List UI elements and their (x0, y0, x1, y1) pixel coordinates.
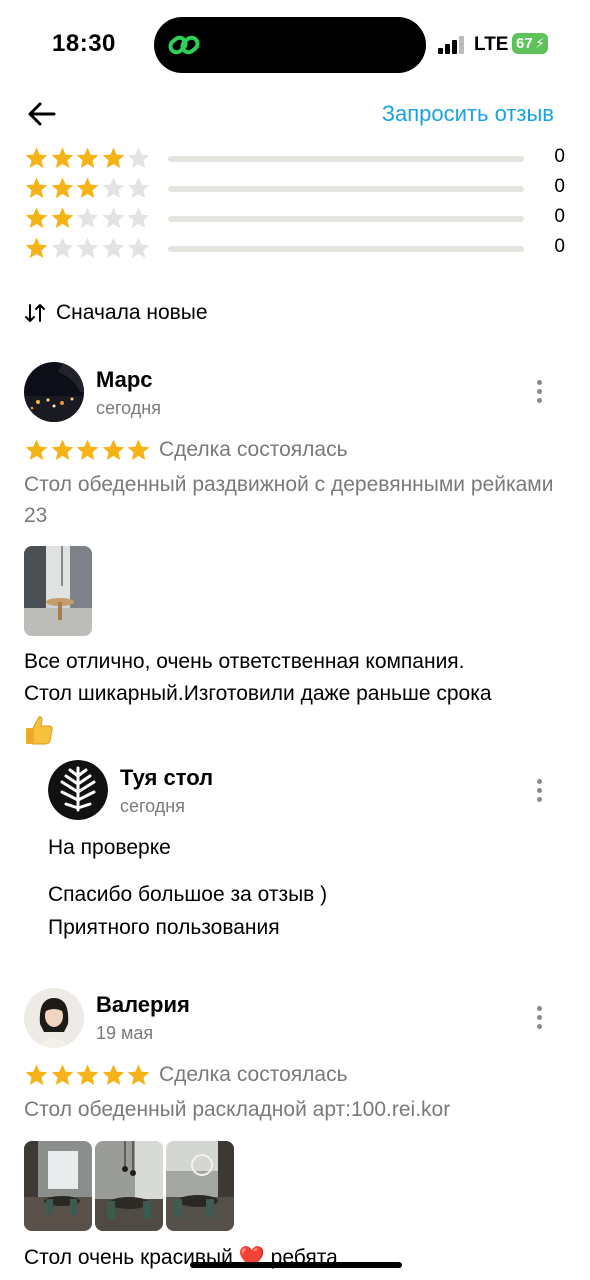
reply-text: Спасибо большое за отзыв ) (48, 883, 328, 906)
review-product[interactable]: Стол обеденный раскладной арт:100.rei.ko… (24, 1094, 564, 1125)
rating-stars (24, 146, 152, 172)
star-filled-icon (25, 439, 48, 460)
rating-bar (168, 246, 524, 252)
review-author: Марс (96, 367, 153, 392)
star-filled-icon (25, 1064, 48, 1085)
star-filled-icon (127, 1064, 150, 1085)
star-empty-icon (102, 237, 124, 258)
review-text: Стол шикарный.Изготовили даже раньше сро… (24, 682, 492, 705)
tree-logo-icon (48, 760, 108, 820)
review-photo[interactable] (95, 1141, 163, 1231)
review-text: Стол очень красивый ❤️ ребята (24, 1246, 338, 1269)
star-filled-icon (102, 147, 124, 168)
reply-author: Туя стол (120, 765, 214, 790)
battery-level: 67 (516, 35, 533, 52)
star-filled-icon (25, 147, 48, 168)
star-filled-icon (51, 439, 73, 460)
review-photo-image (95, 1141, 163, 1231)
star-filled-icon (76, 147, 99, 168)
star-filled-icon (127, 439, 150, 460)
rating-count: 0 (554, 206, 565, 227)
review-photo[interactable] (24, 1141, 92, 1231)
link-app-icon (168, 35, 200, 55)
deal-status: Сделка состоялась (159, 438, 348, 461)
star-filled-icon (102, 439, 124, 460)
dynamic-island (154, 17, 426, 73)
rating-count: 0 (554, 146, 565, 167)
review-photo-image (24, 546, 92, 636)
star-filled-icon (25, 237, 48, 258)
rating-stars (24, 176, 152, 202)
rating-row[interactable]: 0 (24, 236, 569, 262)
star-filled-icon (51, 207, 73, 228)
rating-bar (168, 186, 524, 192)
battery-icon: 67 ⚡ (512, 33, 548, 54)
more-options-icon[interactable] (534, 380, 544, 406)
network-label: LTE (474, 34, 509, 55)
rating-bar (168, 156, 524, 162)
review-product[interactable]: Стол обеденный раздвижной с деревянными … (24, 469, 564, 531)
star-empty-icon (127, 207, 150, 228)
review-date: сегодня (96, 398, 161, 418)
review-photo[interactable] (166, 1141, 234, 1231)
thumbs-up-icon (26, 716, 53, 745)
avatar-image (24, 362, 84, 422)
star-empty-icon (127, 237, 150, 258)
review-rating (24, 1063, 152, 1088)
star-filled-icon (51, 1064, 73, 1085)
review-photo[interactable] (24, 546, 92, 636)
reply-text: Приятного пользования (48, 916, 280, 939)
review-author: Валерия (96, 992, 190, 1017)
review-text: Все отлично, очень ответственная компани… (24, 650, 465, 673)
star-filled-icon (76, 439, 99, 460)
star-empty-icon (127, 177, 150, 198)
star-filled-icon (51, 147, 73, 168)
avatar[interactable] (24, 988, 84, 1048)
star-filled-icon (76, 177, 99, 198)
star-filled-icon (51, 177, 73, 198)
rating-row[interactable]: 0 (24, 176, 569, 202)
rating-bar (168, 216, 524, 222)
review-photo-image (24, 1141, 92, 1231)
rating-count: 0 (554, 176, 565, 197)
reply-status: На проверке (48, 836, 171, 859)
avatar[interactable] (24, 362, 84, 422)
deal-status: Сделка состоялась (159, 1063, 348, 1086)
star-empty-icon (51, 237, 73, 258)
more-options-icon[interactable] (534, 1006, 544, 1032)
status-time: 18:30 (52, 30, 116, 57)
review-date: 19 мая (96, 1023, 154, 1043)
star-empty-icon (76, 237, 99, 258)
star-filled-icon (25, 177, 48, 198)
review-rating (24, 438, 152, 463)
arrow-left-icon[interactable] (24, 96, 60, 132)
rating-count: 0 (554, 236, 565, 257)
review-photo-image (166, 1141, 234, 1231)
charging-bolt-icon: ⚡ (535, 35, 545, 51)
star-empty-icon (127, 147, 150, 168)
sort-arrows-icon (25, 304, 45, 322)
reply-more-options-icon[interactable] (534, 779, 544, 805)
star-filled-icon (102, 1064, 124, 1085)
seller-avatar[interactable] (48, 760, 108, 820)
sort-label: Сначала новые (56, 301, 208, 324)
rating-row[interactable]: 0 (24, 146, 569, 172)
star-empty-icon (76, 207, 99, 228)
status-bar: 18:30 LTE 67 ⚡ (0, 0, 590, 90)
signal-icon (438, 34, 466, 54)
rating-row[interactable]: 0 (24, 206, 569, 232)
star-empty-icon (102, 177, 124, 198)
home-indicator (190, 1262, 402, 1268)
rating-stars (24, 206, 152, 232)
rating-stars (24, 236, 152, 262)
star-filled-icon (25, 207, 48, 228)
request-review-link[interactable]: Запросить отзыв (382, 101, 554, 127)
avatar-image (24, 988, 84, 1048)
star-empty-icon (102, 207, 124, 228)
reply-date: сегодня (120, 796, 185, 816)
sort-control[interactable]: Сначала новые (24, 298, 208, 328)
star-filled-icon (76, 1064, 99, 1085)
